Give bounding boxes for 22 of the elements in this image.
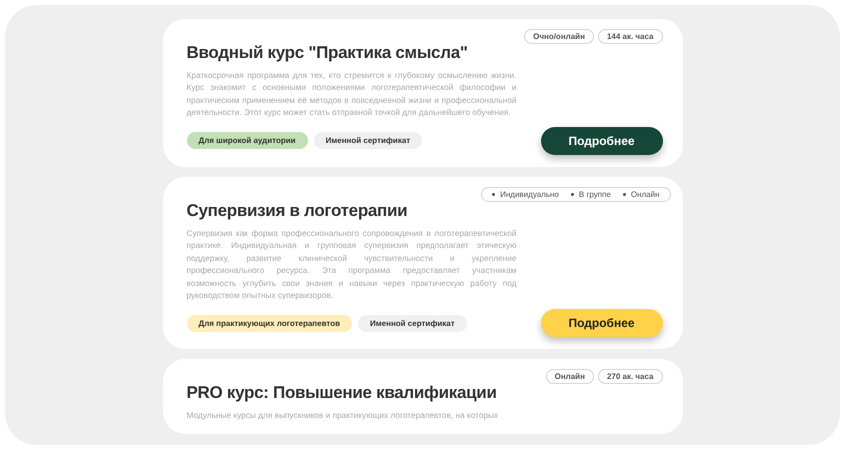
format-pill: 270 ак. часа [598, 369, 662, 384]
details-button[interactable]: Подробнее [540, 126, 662, 155]
tag-chip: Для практикующих логотерапевтов [186, 314, 352, 332]
course-description: Супервизия как форма профессионального сопровождения в логотерапевтической практике. Индивидуальная и групповая супервизия предполагает этическую поддержку, развитие клинической чувствительности и укрепление профессионального ресурса. Эта программа предоставляет участникам возможность углубить свои знания и навыки через практическую работу под руководством опытных супервизоров. [186, 226, 516, 302]
format-pill: Очно/онлайн [524, 29, 594, 44]
bullet-icon [492, 192, 496, 196]
course-description: Модульные курсы для выпускников и практикующих логотерапевтов, на которых [186, 409, 500, 422]
format-label: В группе [578, 190, 611, 199]
bullet-icon [570, 192, 574, 196]
bullet-icon [622, 192, 626, 196]
tag-chip: Именной сертификат [358, 314, 467, 332]
course-title: Вводный курс "Практика смысла" [186, 43, 468, 63]
tag-chip: Для широкой аудитории [186, 132, 308, 150]
details-button[interactable]: Подробнее [540, 309, 662, 338]
tag-chip: Именной сертификат [314, 132, 422, 150]
course-title: PRO курс: Повышение квалификации [186, 383, 497, 404]
course-title: Супервизия в логотерапии [186, 200, 408, 221]
course-description: Краткосрочная программа для тех, кто стремится к глубокому осмыслению жизни. Курс знакомит с основными положениями логотерапевтической философии и практическим применением её методов в повседневной жизни и профессиональной деятельности. Этот курс может стать отправной точкой для дальнейшего обучения. [186, 69, 516, 119]
format-label: Индивидуально [500, 190, 559, 199]
format-pill: Онлайн [546, 369, 594, 384]
format-label: Онлайн [630, 190, 660, 199]
format-pill: 144 ак. часа [598, 29, 662, 44]
